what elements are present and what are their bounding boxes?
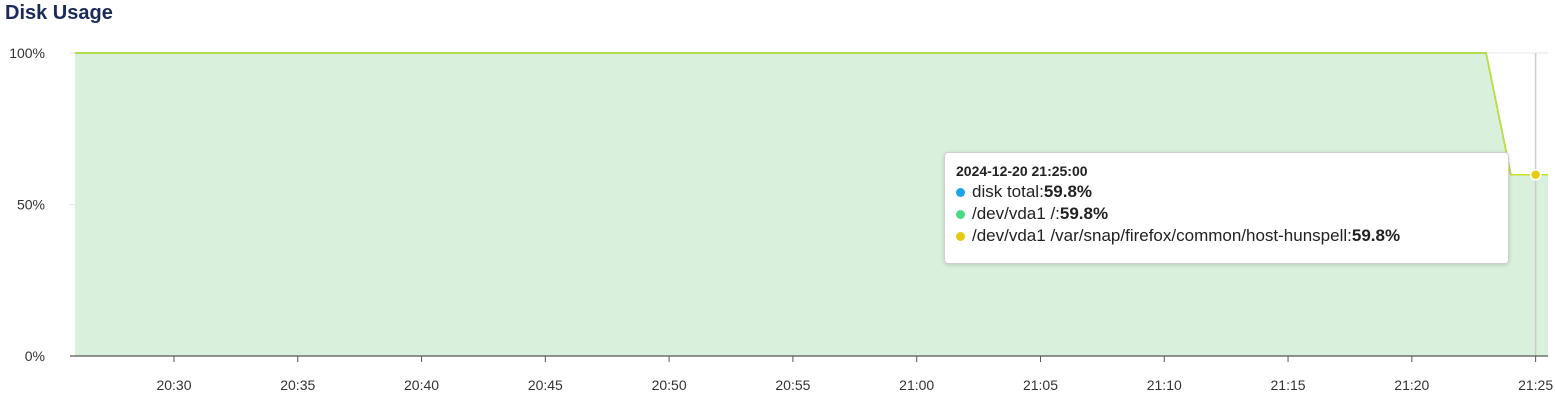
y-tick-label: 0%: [25, 348, 45, 364]
x-tick-label: 21:15: [1271, 377, 1306, 393]
x-tick-label: 20:30: [156, 377, 191, 393]
x-tick-label: 21:20: [1394, 377, 1429, 393]
x-tick-label: 21:25: [1518, 377, 1553, 393]
tooltip-row-vda1-root: /dev/vda1 /: 59.8%: [956, 203, 1497, 225]
chart-tooltip: 2024-12-20 21:25:00 disk total: 59.8% /d…: [944, 152, 1509, 264]
tooltip-value: 59.8%: [1043, 182, 1093, 201]
x-tick-label: 21:05: [1023, 377, 1058, 393]
tooltip-value: 59.8%: [1351, 226, 1401, 245]
tooltip-label: /dev/vda1 /:: [972, 204, 1060, 223]
tooltip-row-disk-total: disk total: 59.8%: [956, 181, 1497, 203]
x-tick-label: 20:40: [404, 377, 439, 393]
series-color-dot: [956, 187, 965, 197]
x-tick-label: 20:50: [652, 377, 687, 393]
y-tick-label: 100%: [9, 45, 45, 61]
tooltip-label: disk total:: [972, 182, 1044, 201]
x-tick-label: 21:10: [1147, 377, 1182, 393]
tooltip-value: 59.8%: [1059, 204, 1109, 223]
hover-point: [1529, 169, 1542, 181]
tooltip-time: 2024-12-20 21:25:00: [956, 163, 1088, 179]
x-tick-label: 20:55: [775, 377, 810, 393]
series-color-dot: [956, 231, 965, 241]
tooltip-row-vda1-hunspell: /dev/vda1 /var/snap/firefox/common/host-…: [956, 225, 1497, 247]
x-tick-label: 20:35: [280, 377, 315, 393]
x-tick-label: 21:00: [899, 377, 934, 393]
y-tick-label: 50%: [17, 197, 45, 213]
x-tick-label: 20:45: [528, 377, 563, 393]
tooltip-label: /dev/vda1 /var/snap/firefox/common/host-…: [972, 226, 1352, 245]
series-color-dot: [956, 209, 965, 219]
